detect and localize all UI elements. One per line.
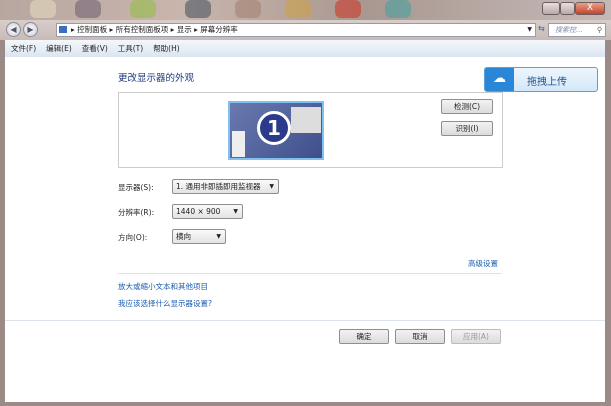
window-thumbnail (232, 131, 245, 157)
divider (118, 273, 502, 274)
monitor-number-badge: 1 (257, 111, 291, 145)
ok-button[interactable]: 确定 (339, 329, 389, 344)
text-size-link[interactable]: 放大或缩小文本和其他项目 (118, 281, 208, 292)
title-bar: X (0, 0, 611, 20)
minimize-button[interactable] (542, 2, 560, 15)
search-input[interactable]: 搜索控... ⚲ (548, 23, 606, 37)
crumb[interactable]: 显示 (177, 25, 192, 34)
maximize-button[interactable] (560, 2, 575, 15)
menu-tools[interactable]: 工具(T) (118, 44, 143, 53)
menu-file[interactable]: 文件(F) (11, 44, 36, 53)
orientation-select[interactable]: 横向 ▼ (172, 229, 226, 244)
crumb[interactable]: 所有控制面板项 (116, 25, 169, 34)
forward-button[interactable]: ▶ (23, 22, 38, 37)
crumb[interactable]: 控制面板 (77, 25, 107, 34)
apply-button[interactable]: 应用(A) (451, 329, 501, 344)
chevron-down-icon: ▼ (233, 208, 238, 215)
divider (5, 320, 605, 321)
window-thumbnail (291, 107, 321, 133)
advanced-settings-link[interactable]: 高级设置 (468, 258, 498, 269)
chevron-down-icon: ▼ (269, 183, 274, 190)
menu-help[interactable]: 帮助(H) (153, 44, 180, 53)
menu-bar: 文件(F) 编辑(E) 查看(V) 工具(T) 帮助(H) (5, 40, 605, 57)
refresh-icon[interactable]: ⇆ (538, 24, 545, 33)
display-help-link[interactable]: 我应该选择什么显示器设置? (118, 298, 212, 309)
back-button[interactable]: ◀ (6, 22, 21, 37)
resolution-label: 分辨率(R): (118, 208, 155, 217)
close-button[interactable]: X (575, 2, 605, 15)
page-title: 更改显示器的外观 (118, 73, 195, 84)
cancel-button[interactable]: 取消 (395, 329, 445, 344)
monitor-1[interactable]: 1 (228, 101, 324, 160)
chevron-down-icon: ▼ (216, 233, 221, 240)
identify-button[interactable]: 识别(I) (441, 121, 493, 136)
search-icon: ⚲ (596, 26, 602, 34)
crumb[interactable]: 屏幕分辨率 (200, 25, 238, 34)
menu-edit[interactable]: 编辑(E) (46, 44, 72, 53)
detect-button[interactable]: 检测(C) (441, 99, 493, 114)
upload-label: 拖拽上传 (527, 77, 567, 88)
cloud-upload-icon: ☁ (485, 68, 514, 91)
display-select[interactable]: 1. 通用非即插即用监视器 ▼ (172, 179, 279, 194)
resolution-select[interactable]: 1440 × 900 ▼ (172, 204, 243, 219)
breadcrumb[interactable]: ▸ 控制面板 ▸ 所有控制面板项 ▸ 显示 ▸ 屏幕分辨率 ▼ (56, 23, 536, 37)
chevron-down-icon[interactable]: ▼ (527, 24, 532, 36)
menu-view[interactable]: 查看(V) (82, 44, 108, 53)
upload-button[interactable]: ☁ 拖拽上传 (484, 67, 598, 92)
control-panel-icon (59, 26, 67, 33)
address-bar-area: ◀ ▶ ▸ 控制面板 ▸ 所有控制面板项 ▸ 显示 ▸ 屏幕分辨率 ▼ ⇆ 搜索… (0, 20, 611, 40)
display-label: 显示器(S): (118, 183, 154, 192)
orientation-label: 方向(O): (118, 233, 148, 242)
